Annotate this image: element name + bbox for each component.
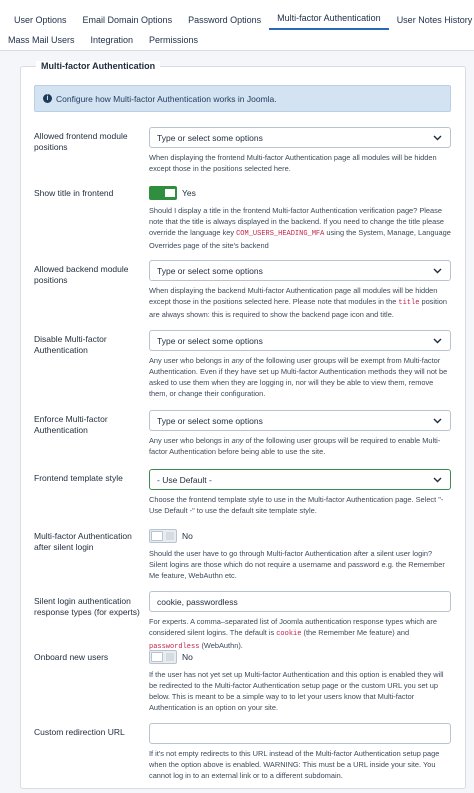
field-label: Enforce Multi-factor Authentication: [34, 414, 108, 435]
after-silent-toggle[interactable]: [149, 529, 177, 543]
tab-password-options[interactable]: Password Options: [180, 15, 269, 30]
select-placeholder: Type or select some options: [157, 132, 263, 143]
frontend-positions-select[interactable]: Type or select some options: [149, 127, 451, 148]
field-help: Any user who belongs in any of the follo…: [149, 356, 448, 398]
field-help: For experts. A comma–separated list of J…: [149, 617, 437, 651]
field-help: If it's not empty redirects to this URL …: [149, 749, 440, 780]
frontend-template-select[interactable]: - Use Default -: [149, 469, 451, 490]
field-label: Frontend template style: [34, 473, 123, 483]
field-label: Allowed backend module positions: [34, 264, 129, 285]
select-value: - Use Default -: [157, 474, 212, 485]
chevron-down-icon: [433, 135, 442, 141]
tab-row-2: Mass Mail Users Integration Permissions: [6, 30, 468, 50]
field-help: When displaying the backend Multi-factor…: [149, 286, 447, 319]
tab-multi-factor-authentication[interactable]: Multi-factor Authentication: [269, 13, 389, 30]
info-alert: i Configure how Multi-factor Authenticat…: [34, 85, 451, 112]
silent-types-input[interactable]: cookie, passwordless: [149, 591, 451, 612]
field-label: Allowed frontend module positions: [34, 131, 128, 152]
field-help: If the user has not yet set up Multi-fac…: [149, 670, 444, 712]
select-placeholder: Type or select some options: [157, 335, 263, 346]
disable-mfa-select[interactable]: Type or select some options: [149, 330, 451, 351]
toggle-state-label: No: [182, 531, 193, 541]
enforce-mfa-select[interactable]: Type or select some options: [149, 410, 451, 431]
field-label: Silent login authentication response typ…: [34, 596, 140, 617]
toggle-state-label: Yes: [182, 188, 196, 198]
chevron-down-icon: [433, 338, 442, 344]
chevron-down-icon: [433, 477, 442, 483]
tab-bar: User Options Email Domain Options Passwo…: [0, 0, 474, 51]
tab-user-notes-history[interactable]: User Notes History: [389, 15, 474, 30]
backend-positions-select[interactable]: Type or select some options: [149, 260, 451, 281]
info-icon: i: [43, 94, 52, 103]
field-label: Custom redirection URL: [34, 727, 125, 737]
field-help: Choose the frontend template style to us…: [149, 495, 444, 515]
onboard-toggle[interactable]: [149, 650, 177, 664]
field-help: Should the user have to go through Multi…: [149, 549, 445, 580]
tab-permissions[interactable]: Permissions: [141, 35, 206, 50]
field-label: Show title in frontend: [34, 188, 114, 198]
field-help: Should I display a title in the frontend…: [149, 206, 451, 250]
custom-url-input[interactable]: [149, 723, 451, 744]
field-label: Multi-factor Authentication after silent…: [34, 531, 132, 552]
show-title-toggle[interactable]: [149, 186, 177, 200]
select-placeholder: Type or select some options: [157, 265, 263, 276]
select-placeholder: Type or select some options: [157, 415, 263, 426]
tab-email-domain-options[interactable]: Email Domain Options: [75, 15, 181, 30]
mfa-fieldset: Multi-factor Authentication i Configure …: [20, 61, 466, 789]
field-label: Onboard new users: [34, 652, 109, 662]
field-label: Disable Multi-factor Authentication: [34, 334, 107, 355]
field-help: When displaying the frontend Multi-facto…: [149, 153, 437, 173]
tab-row-1: User Options Email Domain Options Passwo…: [6, 0, 472, 30]
fieldset-legend: Multi-factor Authentication: [36, 61, 161, 71]
field-help: Any user who belongs in any of the follo…: [149, 436, 441, 456]
tab-user-options[interactable]: User Options: [6, 15, 75, 30]
chevron-down-icon: [433, 418, 442, 424]
tab-integration[interactable]: Integration: [83, 35, 142, 50]
chevron-down-icon: [433, 268, 442, 274]
alert-text: Configure how Multi-factor Authenticatio…: [56, 93, 277, 104]
tab-mass-mail-users[interactable]: Mass Mail Users: [6, 35, 83, 50]
toggle-state-label: No: [182, 652, 193, 662]
